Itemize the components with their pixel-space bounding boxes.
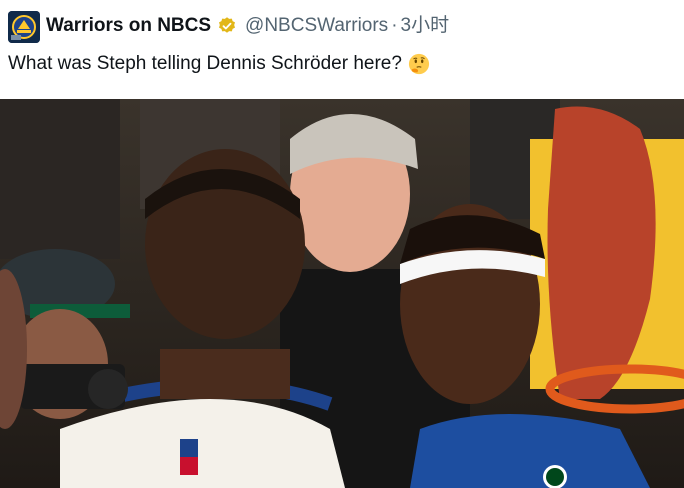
tweet-body: What was Steph telling Dennis Schröder h… (8, 53, 402, 74)
tweet-photo[interactable] (0, 99, 684, 488)
tweet-header: Warriors on NBCS @NBCSWarriors · 3小时 (0, 0, 684, 46)
author-display-name[interactable]: Warriors on NBCS (46, 14, 211, 38)
thinking-face-icon (408, 53, 430, 75)
tweet-text: What was Steph telling Dennis Schröder h… (8, 52, 430, 76)
timestamp[interactable]: 3小时 (401, 14, 450, 38)
verified-badge-icon (217, 16, 237, 36)
avatar[interactable] (8, 11, 40, 43)
author-row: Warriors on NBCS @NBCSWarriors · 3小时 (46, 14, 449, 38)
author-handle[interactable]: @NBCSWarriors (245, 14, 388, 38)
separator-dot: · (391, 15, 398, 36)
warriors-logo-icon (8, 11, 40, 43)
